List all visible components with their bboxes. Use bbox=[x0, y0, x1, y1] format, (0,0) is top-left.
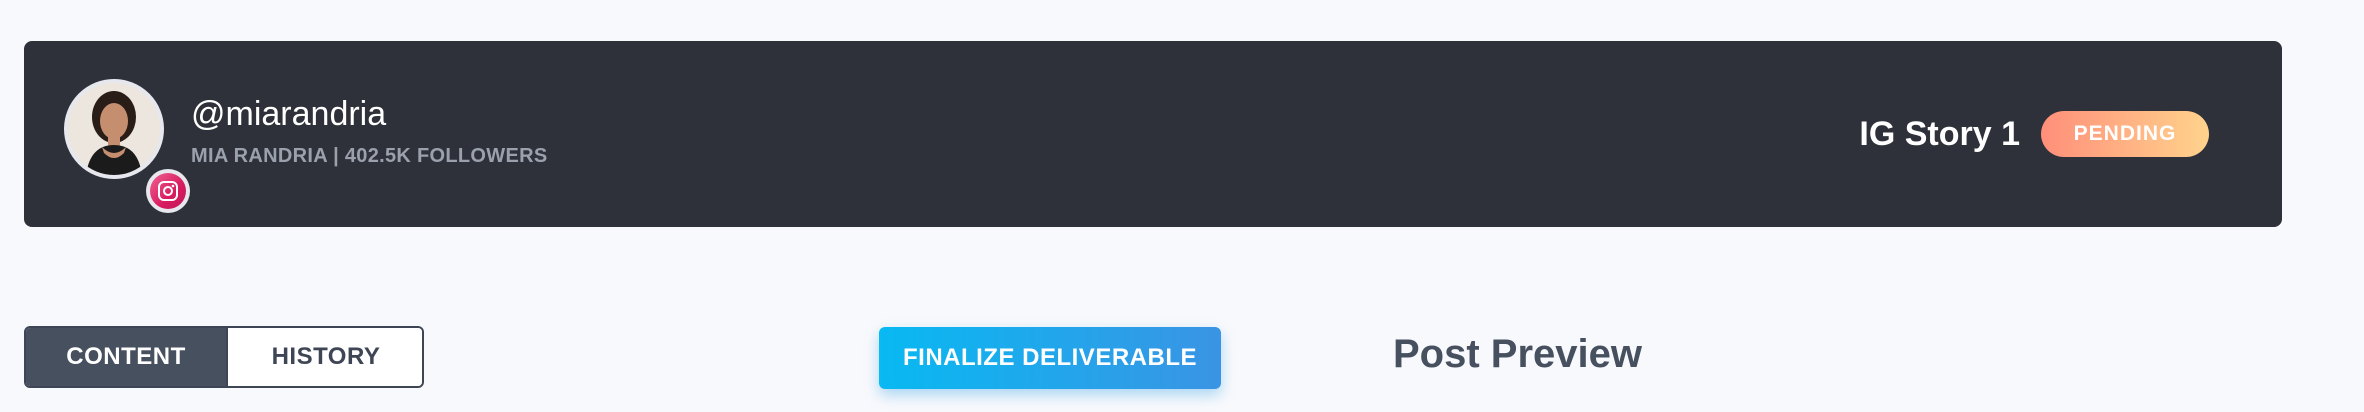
deliverable-title: IG Story 1 bbox=[1859, 115, 2020, 153]
view-tabs: CONTENT HISTORY bbox=[24, 326, 424, 388]
instagram-icon bbox=[150, 173, 186, 209]
tab-content[interactable]: CONTENT bbox=[26, 328, 226, 386]
status-badge: PENDING bbox=[2041, 111, 2209, 157]
instagram-badge bbox=[146, 169, 190, 213]
avatar-group[interactable] bbox=[64, 79, 190, 213]
creator-subline: MIA RANDRIA | 402.5K FOLLOWERS bbox=[191, 145, 548, 167]
creator-header: @miarandria MIA RANDRIA | 402.5K FOLLOWE… bbox=[24, 41, 2282, 227]
post-preview-heading: Post Preview bbox=[1393, 332, 1643, 376]
avatar[interactable] bbox=[64, 79, 164, 179]
finalize-deliverable-button[interactable]: FINALIZE DELIVERABLE bbox=[879, 327, 1221, 389]
tab-history[interactable]: HISTORY bbox=[226, 328, 422, 386]
avatar-image bbox=[68, 83, 160, 175]
creator-handle[interactable]: @miarandria bbox=[191, 97, 386, 131]
